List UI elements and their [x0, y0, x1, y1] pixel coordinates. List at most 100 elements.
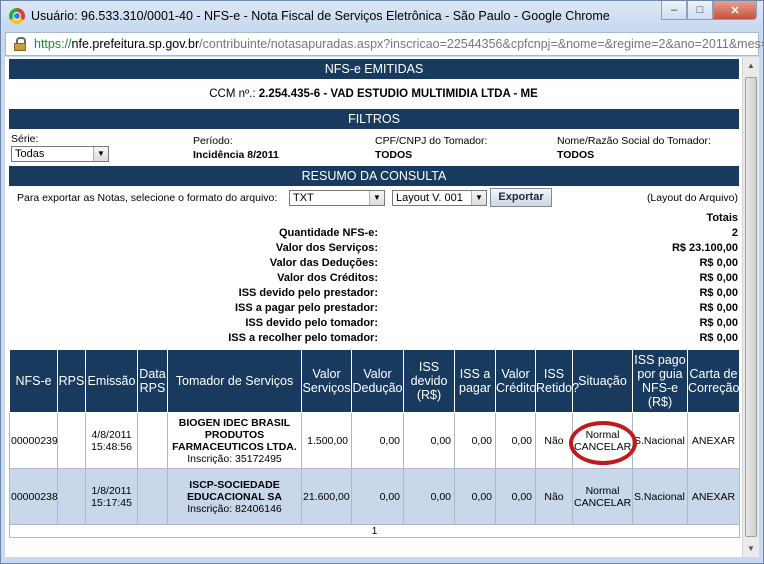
valor-servicos-cell: 21.600,00	[301, 468, 352, 525]
iss-retido-cell: Não	[535, 412, 573, 469]
scroll-down-icon[interactable]: ▼	[743, 540, 759, 557]
serie-value: Todas	[15, 148, 45, 160]
close-button[interactable]: ✕	[713, 1, 757, 20]
cpf-label: CPF/CNPJ do Tomador:	[375, 135, 488, 147]
column-header: Valor Crédito	[495, 349, 536, 413]
export-text: Para exportar as Notas, selecione o form…	[17, 192, 278, 204]
totais-label: Totais	[706, 212, 738, 224]
resumo-band: RESUMO DA CONSULTA	[9, 166, 739, 186]
valor-deducao-cell: 0,00	[351, 468, 404, 525]
column-header: NFS-e	[9, 349, 58, 413]
tomador-inscricao: Inscrição: 35172495	[187, 452, 282, 465]
ccm-value: 2.254.435-6 - VAD ESTUDIO MULTIMIDIA LTD…	[258, 88, 538, 100]
maximize-button[interactable]: □	[687, 1, 713, 20]
summary-label: ISS devido pelo prestador:	[238, 287, 378, 299]
iss-retido-cell: Não	[535, 468, 573, 525]
tomador-name: ISCP-SOCIEDADE EDUCACIONAL SA	[187, 478, 282, 503]
url-path: /contribuinte/notasapuradas.aspx?inscric…	[199, 37, 764, 51]
summary-label: Quantidade NFS-e:	[278, 227, 378, 239]
chrome-icon	[9, 8, 25, 24]
nfse-table: NFS-e RPS Emissão Data RPS Tomador de Se…	[9, 349, 740, 538]
layout-link[interactable]: (Layout do Arquivo)	[647, 192, 738, 204]
summary-label: Valor dos Serviços:	[275, 242, 378, 254]
summary-label: Valor dos Créditos:	[277, 272, 378, 284]
summary-value: R$ 0,00	[699, 302, 738, 314]
window-controls: – □ ✕	[661, 1, 757, 20]
layout-select[interactable]: Layout V. 001 ▼	[392, 190, 487, 206]
nfse-number[interactable]: 00000239	[9, 412, 58, 469]
cancelar-link[interactable]: CANCELAR	[574, 441, 631, 453]
rps-cell	[57, 412, 86, 469]
nome-value: TODOS	[557, 149, 595, 161]
cancelar-link[interactable]: CANCELAR	[574, 497, 631, 509]
format-select[interactable]: TXT ▼	[289, 190, 385, 206]
emissao-time: 15:17:45	[91, 496, 132, 509]
minimize-button[interactable]: –	[661, 1, 687, 20]
valor-deducao-cell: 0,00	[351, 412, 404, 469]
table-row: 00000239 4/8/2011 15:48:56 BIOGEN IDEC BR…	[9, 412, 740, 469]
summary-label: ISS devido pelo tomador:	[245, 317, 378, 329]
url-text[interactable]: https://nfe.prefeitura.sp.gov.br/contrib…	[34, 37, 764, 51]
url-host: nfe.prefeitura.sp.gov.br	[71, 37, 200, 51]
title-bar: Usuário: 96.533.310/0001-40 - NFS-e - No…	[1, 1, 763, 31]
periodo-value: Incidência 8/2011	[193, 149, 279, 161]
nfse-number[interactable]: 00000238	[9, 468, 58, 525]
column-header: Valor Dedução	[351, 349, 404, 413]
emissao-time: 15:48:56	[91, 440, 132, 453]
iss-pagar-cell: 0,00	[454, 468, 496, 525]
column-header: Tomador de Serviços	[167, 349, 302, 413]
pagination-row: 1	[9, 524, 740, 538]
situacao-status: Normal	[585, 484, 620, 497]
summary-value: R$ 0,00	[699, 272, 738, 284]
serie-label: Série:	[11, 133, 39, 145]
valor-servicos-cell: 1.500,00	[301, 412, 352, 469]
chevron-down-icon: ▼	[471, 191, 486, 205]
column-header: RPS	[57, 349, 86, 413]
data-rps-cell	[137, 412, 168, 469]
url-scheme: https://	[34, 37, 72, 51]
anexar-link[interactable]: ANEXAR	[687, 412, 740, 469]
header-band: NFS-e EMITIDAS	[9, 59, 739, 79]
column-header: Valor Serviços	[301, 349, 352, 413]
column-header: Data RPS	[137, 349, 168, 413]
column-header: Situação	[572, 349, 633, 413]
summary-label: ISS a recolher pelo tomador:	[228, 332, 378, 344]
situacao-status: Normal	[585, 428, 620, 441]
address-bar[interactable]: https://nfe.prefeitura.sp.gov.br/contrib…	[5, 32, 764, 56]
iss-pagar-cell: 0,00	[454, 412, 496, 469]
serie-select[interactable]: Todas ▼	[11, 146, 109, 162]
summary-label: ISS a pagar pelo prestador:	[234, 302, 378, 314]
format-value: TXT	[293, 192, 314, 204]
situacao-cell: Normal CANCELAR	[572, 412, 633, 469]
ccm-line: CCM nº.: 2.254.435-6 - VAD ESTUDIO MULTI…	[5, 88, 742, 100]
iss-devido-cell: 0,00	[403, 468, 455, 525]
emissao-date: 4/8/2011	[91, 428, 132, 441]
tomador-cell: ISCP-SOCIEDADE EDUCACIONAL SA Inscrição: …	[167, 468, 302, 525]
iss-devido-cell: 0,00	[403, 412, 455, 469]
layout-value: Layout V. 001	[396, 192, 463, 204]
filters-band: FILTROS	[9, 109, 739, 129]
scroll-thumb[interactable]	[745, 77, 757, 537]
column-header: ISS Retido?	[535, 349, 579, 413]
rps-cell	[57, 468, 86, 525]
table-header-row: NFS-e RPS Emissão Data RPS Tomador de Se…	[9, 349, 740, 413]
emissao-date: 1/8/2011	[91, 484, 132, 497]
chevron-down-icon: ▼	[369, 191, 384, 205]
emissao-cell: 1/8/2011 15:17:45	[85, 468, 138, 525]
emissao-cell: 4/8/2011 15:48:56	[85, 412, 138, 469]
anexar-link[interactable]: ANEXAR	[687, 468, 740, 525]
summary-value: R$ 0,00	[699, 257, 738, 269]
iss-guia-cell: S.Nacional	[632, 412, 688, 469]
cpf-value: TODOS	[375, 149, 413, 161]
page-number[interactable]: 1	[9, 524, 740, 538]
scroll-up-icon[interactable]: ▲	[743, 57, 759, 74]
export-button[interactable]: Exportar	[490, 188, 552, 207]
column-header: Carta de Correção	[687, 349, 740, 413]
periodo-label: Período:	[193, 135, 233, 147]
valor-credito-cell: 0,00	[495, 468, 536, 525]
situacao-cell: Normal CANCELAR	[572, 468, 633, 525]
summary-value: R$ 0,00	[699, 317, 738, 329]
summary-label: Valor das Deduções:	[269, 257, 378, 269]
vertical-scrollbar[interactable]: ▲ ▼	[742, 57, 759, 557]
tomador-cell: BIOGEN IDEC BRASIL PRODUTOS FARMACEUTICO…	[167, 412, 302, 469]
